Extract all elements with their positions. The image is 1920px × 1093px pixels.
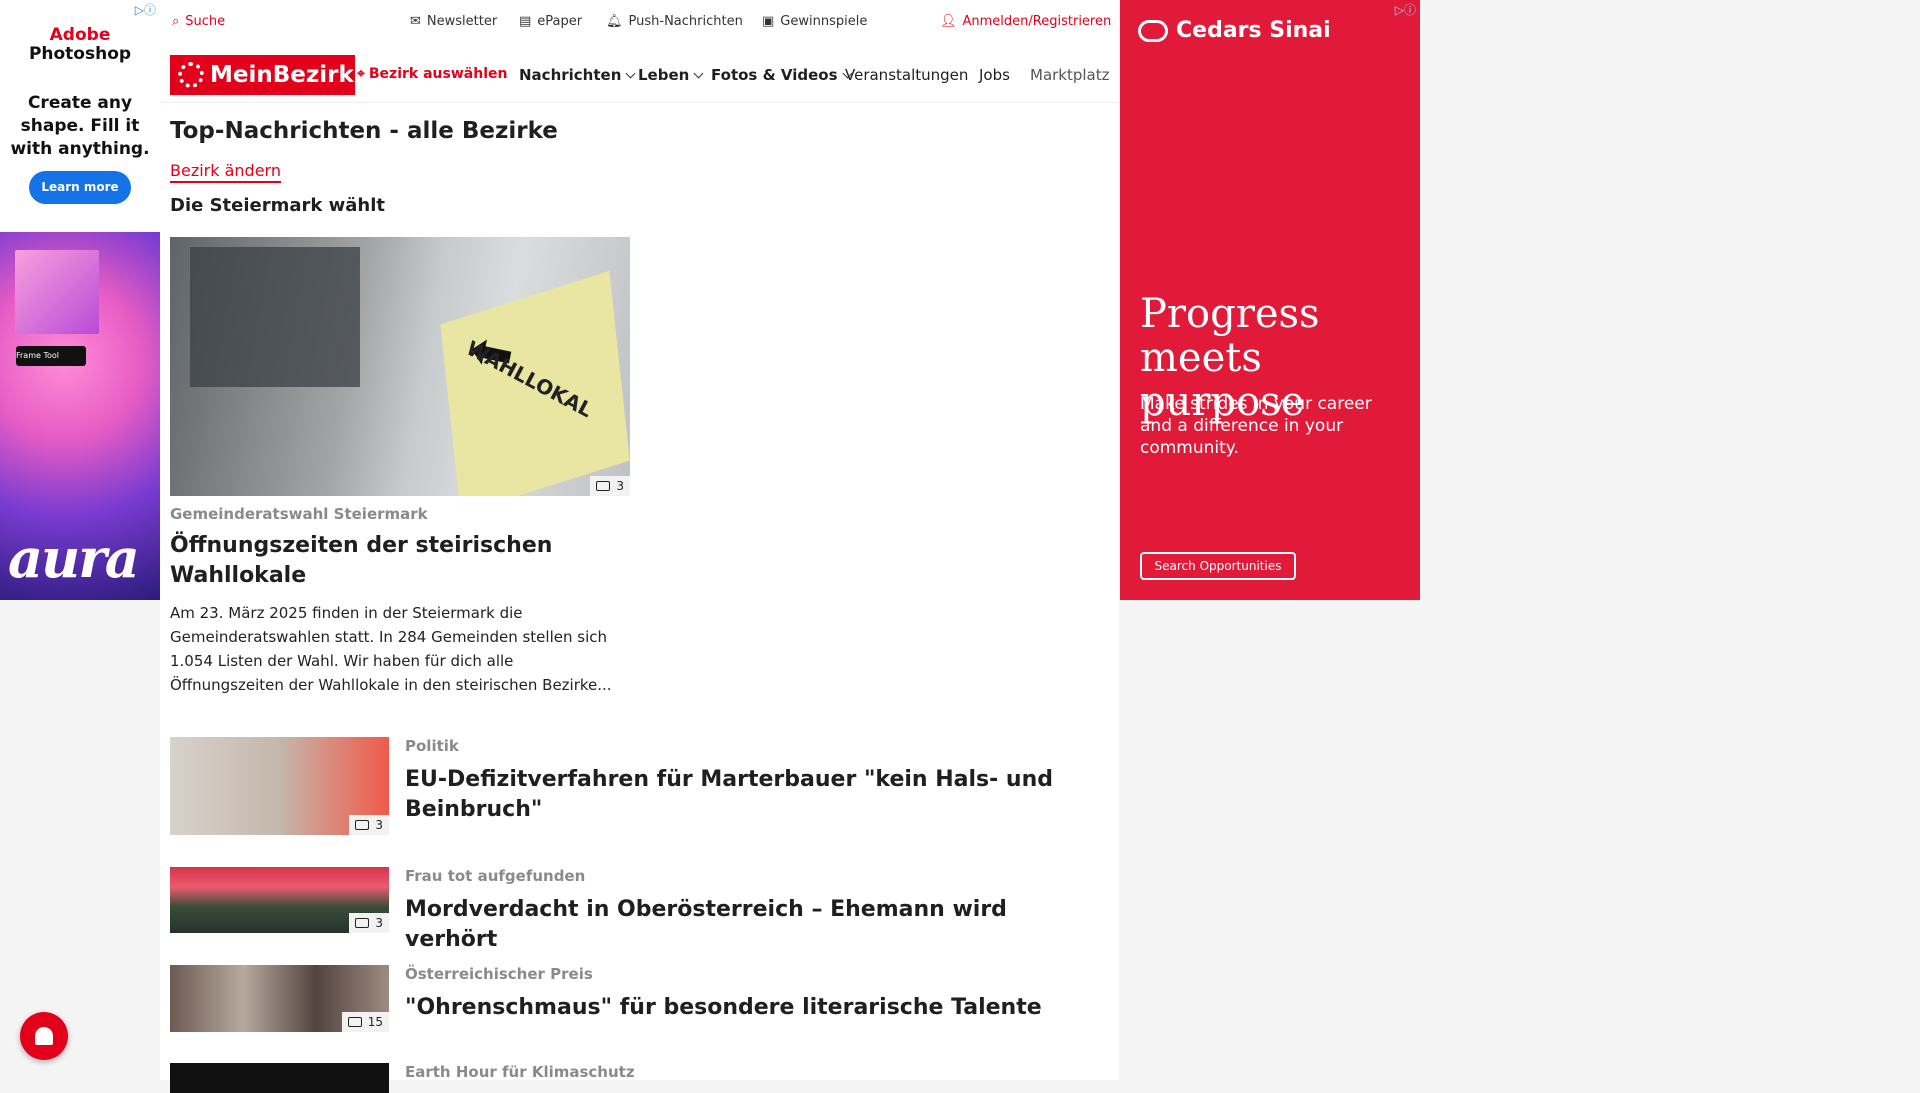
login-link[interactable]: 👤︎ Anmelden/Registrieren bbox=[940, 14, 1111, 29]
ad-brand-line1: Adobe bbox=[49, 25, 111, 45]
ad-brand-text: Cedars Sinai bbox=[1176, 18, 1331, 43]
newsletter-link[interactable]: ✉ Newsletter bbox=[410, 14, 497, 29]
utility-bar: ⌕ Suche ✉ Newsletter ▤ ePaper 🔔︎ Push-Na… bbox=[160, 0, 1119, 46]
article-title[interactable]: EU-Defizitverfahren für Marterbauer "kei… bbox=[405, 765, 1085, 825]
image-count-badge: 3 bbox=[590, 476, 630, 496]
article-thumbnail[interactable] bbox=[170, 1063, 389, 1093]
ad-search-button[interactable]: Search Opportunities bbox=[1140, 552, 1296, 580]
nav-jobs-label: Jobs bbox=[979, 66, 1010, 84]
cedars-logo-icon bbox=[1138, 19, 1168, 42]
bell-icon bbox=[35, 1027, 53, 1045]
gewinnspiele-link[interactable]: ▣ Gewinnspiele bbox=[762, 14, 867, 29]
ad-learn-more-button[interactable]: Learn more bbox=[29, 171, 131, 204]
nav-nachrichten-label: Nachrichten bbox=[519, 66, 622, 84]
nav-jobs[interactable]: Jobs bbox=[979, 66, 1010, 84]
nav-veranstaltungen-label: Veranstaltungen bbox=[845, 66, 969, 84]
right-advertisement[interactable]: Cedars Sinai Progress meets purpose Make… bbox=[1120, 0, 1420, 600]
gallery-icon bbox=[347, 1017, 362, 1027]
login-label: Anmelden/Registrieren bbox=[962, 14, 1112, 29]
ad-brand: Adobe Photoshop bbox=[0, 26, 160, 64]
bezirk-select[interactable]: ⌖ Bezirk auswählen bbox=[357, 66, 507, 82]
ad-artwork: Frame Tool aura bbox=[0, 232, 160, 600]
gewinnspiele-label: Gewinnspiele bbox=[780, 14, 868, 29]
change-bezirk-link[interactable]: Bezirk ändern bbox=[170, 161, 281, 183]
left-advertisement[interactable]: Adobe Photoshop Create any shape. Fill i… bbox=[0, 0, 160, 600]
lead-article-image[interactable]: ⬅ WAHLLOKAL 3 bbox=[170, 237, 630, 496]
bell-icon: 🔔︎ bbox=[606, 14, 623, 29]
image-count-badge: 3 bbox=[349, 913, 389, 933]
notification-bell-button[interactable] bbox=[20, 1012, 68, 1060]
push-label: Push-Nachrichten bbox=[628, 14, 743, 29]
logo-text: MeinBezirk bbox=[210, 62, 354, 88]
gift-icon: ▣ bbox=[762, 14, 775, 29]
article-title[interactable]: Mordverdacht in Oberösterreich – Ehemann… bbox=[405, 895, 1085, 955]
search-label: Suche bbox=[185, 14, 226, 29]
gallery-icon bbox=[596, 481, 611, 491]
logo-icon bbox=[178, 62, 204, 88]
search-link[interactable]: ⌕ Suche bbox=[172, 14, 225, 29]
ad-art-thumbnail bbox=[15, 250, 99, 334]
main-column: ⌕ Suche ✉ Newsletter ▤ ePaper 🔔︎ Push-Na… bbox=[160, 0, 1119, 1093]
ad-tool-label: Frame Tool bbox=[16, 346, 86, 366]
ad-brand-line2: Photoshop bbox=[28, 44, 132, 64]
ad-top-panel: Adobe Photoshop Create any shape. Fill i… bbox=[0, 0, 160, 232]
epaper-label: ePaper bbox=[537, 14, 583, 29]
chevron-down-icon bbox=[625, 68, 636, 78]
article-title[interactable]: "Ohrenschmaus" für besondere literarisch… bbox=[405, 993, 1085, 1023]
search-icon: ⌕ bbox=[172, 14, 180, 29]
main-navigation: MeinBezirk ⌖ Bezirk auswählen Nachrichte… bbox=[160, 46, 1119, 103]
gallery-icon bbox=[355, 820, 370, 830]
site-logo[interactable]: MeinBezirk bbox=[170, 55, 355, 95]
image-count: 3 bbox=[616, 479, 624, 493]
image-count-badge: 15 bbox=[341, 1012, 389, 1032]
section-title: Die Steiermark wählt bbox=[170, 195, 385, 216]
nav-leben-label: Leben bbox=[638, 66, 690, 84]
article-kicker: Österreichischer Preis bbox=[405, 965, 593, 983]
article-thumbnail[interactable]: 3 bbox=[170, 867, 389, 933]
newspaper-icon: ▤ bbox=[519, 14, 532, 29]
nav-fotos-videos-label: Fotos & Videos bbox=[711, 66, 838, 84]
article-kicker: Earth Hour für Klimaschutz bbox=[405, 1063, 635, 1081]
newsletter-label: Newsletter bbox=[426, 14, 498, 29]
nav-fotos-videos[interactable]: Fotos & Videos bbox=[711, 66, 852, 84]
article-thumbnail[interactable]: 3 bbox=[170, 737, 389, 835]
nav-nachrichten[interactable]: Nachrichten bbox=[519, 66, 636, 84]
gallery-icon bbox=[355, 918, 370, 928]
user-icon: 👤︎ bbox=[940, 14, 957, 29]
ad-subtext: Make strides in your career and a differ… bbox=[1140, 394, 1372, 458]
image-count-badge: 3 bbox=[349, 815, 389, 835]
article-kicker: Frau tot aufgefunden bbox=[405, 867, 586, 885]
image-count: 3 bbox=[375, 916, 383, 930]
ad-brand: Cedars Sinai bbox=[1138, 18, 1331, 43]
article-thumbnail[interactable]: 15 bbox=[170, 965, 389, 1032]
lead-title[interactable]: Öffnungszeiten der steirischen Wahllokal… bbox=[170, 531, 620, 591]
lead-teaser: Am 23. März 2025 finden in der Steiermar… bbox=[170, 604, 612, 694]
page-title: Top-Nachrichten - alle Bezirke bbox=[170, 118, 558, 144]
nav-veranstaltungen[interactable]: Veranstaltungen bbox=[845, 66, 968, 84]
article-kicker: Politik bbox=[405, 737, 459, 755]
nav-leben[interactable]: Leben bbox=[638, 66, 704, 84]
ad-headline: Create any shape. Fill it with anything. bbox=[10, 93, 150, 159]
ad-art-text: aura bbox=[8, 526, 140, 590]
doorway-shape bbox=[190, 247, 360, 387]
image-count: 3 bbox=[375, 818, 383, 832]
image-count: 15 bbox=[367, 1015, 383, 1029]
mail-icon: ✉ bbox=[410, 14, 421, 29]
bezirk-select-label: Bezirk auswählen bbox=[368, 66, 508, 82]
nav-marktplatz-label: Marktplatz bbox=[1030, 66, 1110, 84]
location-pin-icon: ⌖ bbox=[357, 66, 365, 82]
push-link[interactable]: 🔔︎ Push-Nachrichten bbox=[606, 14, 743, 29]
nav-marktplatz[interactable]: Marktplatz bbox=[1030, 66, 1112, 84]
lead-kicker: Gemeinderatswahl Steiermark bbox=[170, 505, 428, 523]
adchoices-icon[interactable]: ▷ⓘ bbox=[1395, 1, 1416, 18]
chevron-down-icon bbox=[693, 68, 704, 78]
adchoices-icon[interactable]: ▷ⓘ bbox=[135, 1, 156, 18]
epaper-link[interactable]: ▤ ePaper bbox=[519, 14, 582, 29]
